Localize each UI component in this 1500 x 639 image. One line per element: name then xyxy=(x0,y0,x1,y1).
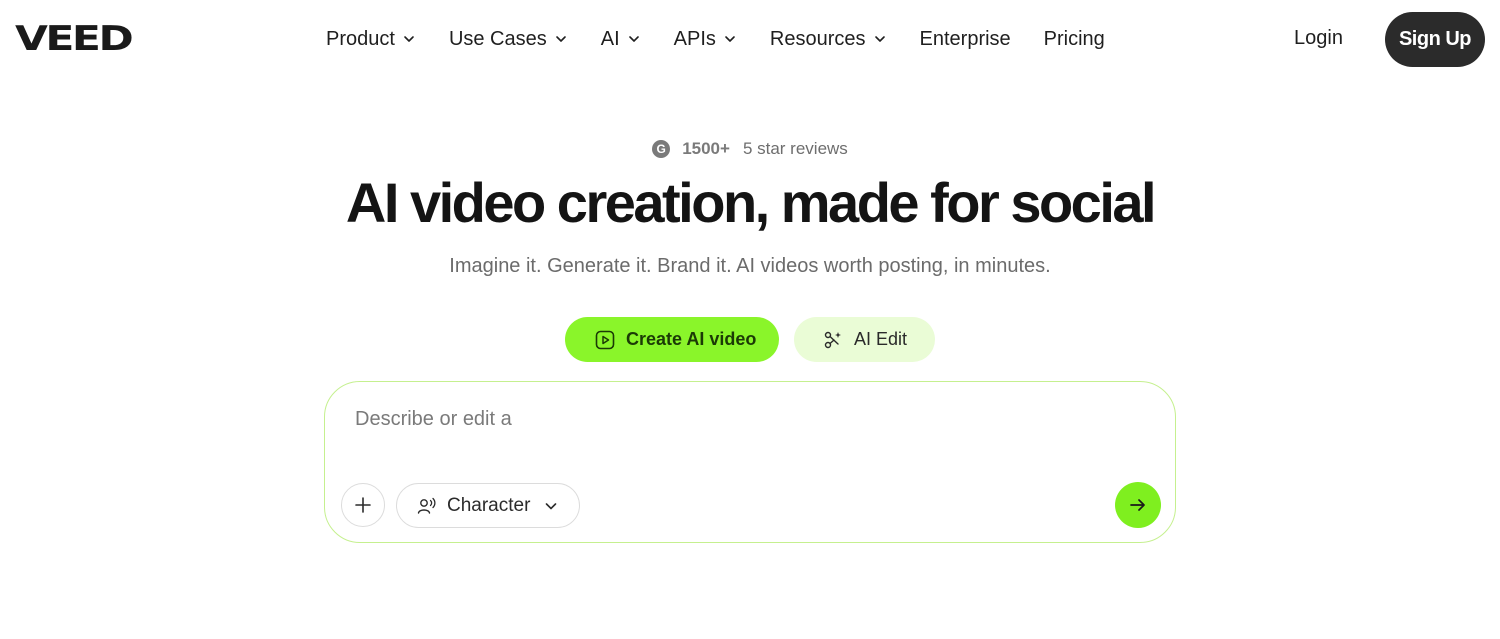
nav-item-product[interactable]: Product xyxy=(326,28,415,51)
nav-item-enterprise[interactable]: Enterprise xyxy=(920,28,1011,51)
ai-edit-tab[interactable]: AI Edit xyxy=(794,317,935,362)
nav-item-apis[interactable]: APIs xyxy=(674,28,736,51)
nav-item-label: Use Cases xyxy=(448,27,547,50)
nav-item-pricing[interactable]: Pricing xyxy=(1044,28,1105,51)
site-header: VEED Product Use Cases AI APIs Resources… xyxy=(0,0,1500,80)
hero-subheadline: Imagine it. Generate it. Brand it. AI vi… xyxy=(449,255,1051,277)
nav-item-use-cases[interactable]: Use Cases xyxy=(449,28,567,51)
ai-edit-label: AI Edit xyxy=(854,329,908,349)
chevron-down-icon xyxy=(874,36,885,42)
nav-item-label: Product xyxy=(326,27,395,50)
nav-item-ai[interactable]: AI xyxy=(601,28,640,51)
character-dropdown[interactable]: Character xyxy=(396,483,580,528)
prompt-box: Character xyxy=(324,381,1176,543)
add-attachment-button[interactable] xyxy=(341,483,385,527)
nav-item-label: Resources xyxy=(769,27,866,50)
arrow-right-icon xyxy=(1130,499,1145,511)
nav-item-label: AI xyxy=(600,27,620,50)
play-square-icon xyxy=(595,330,615,349)
nav-item-resources[interactable]: Resources xyxy=(770,28,886,51)
magic-scissors-icon xyxy=(824,331,841,348)
chevron-down-icon xyxy=(546,502,557,509)
mode-tabs: Create AI video AI Edit xyxy=(565,317,935,362)
login-link[interactable]: Login xyxy=(1294,27,1343,50)
chevron-down-icon xyxy=(628,36,639,42)
main-nav: Product Use Cases AI APIs Resources Ente… xyxy=(326,24,1138,54)
hero-headline: AI video creation, made for social xyxy=(345,171,1157,234)
chevron-down-icon xyxy=(555,36,566,42)
plus-icon xyxy=(355,497,371,513)
reviews-text: 5 star reviews xyxy=(742,139,848,158)
create-ai-video-label: Create AI video xyxy=(626,329,757,349)
person-voice-icon xyxy=(417,497,436,514)
nav-item-label: Pricing xyxy=(1043,27,1105,50)
send-button[interactable] xyxy=(1115,482,1161,528)
veed-logo[interactable]: VEED xyxy=(15,22,134,56)
logo-text: VEED xyxy=(15,19,134,59)
character-label: Character xyxy=(447,494,531,516)
chevron-down-icon xyxy=(404,36,414,42)
create-ai-video-tab[interactable]: Create AI video xyxy=(565,317,779,362)
reviews-count: 1500+ xyxy=(682,139,730,158)
nav-item-label: Enterprise xyxy=(919,27,1011,50)
chevron-down-icon xyxy=(725,36,735,42)
nav-item-label: APIs xyxy=(673,27,716,50)
prompt-input[interactable] xyxy=(355,408,1055,431)
g2-icon: G xyxy=(652,140,671,158)
reviews-badge: G 1500+ 5 star reviews xyxy=(0,139,1500,159)
signup-button[interactable]: Sign Up xyxy=(1385,12,1485,67)
